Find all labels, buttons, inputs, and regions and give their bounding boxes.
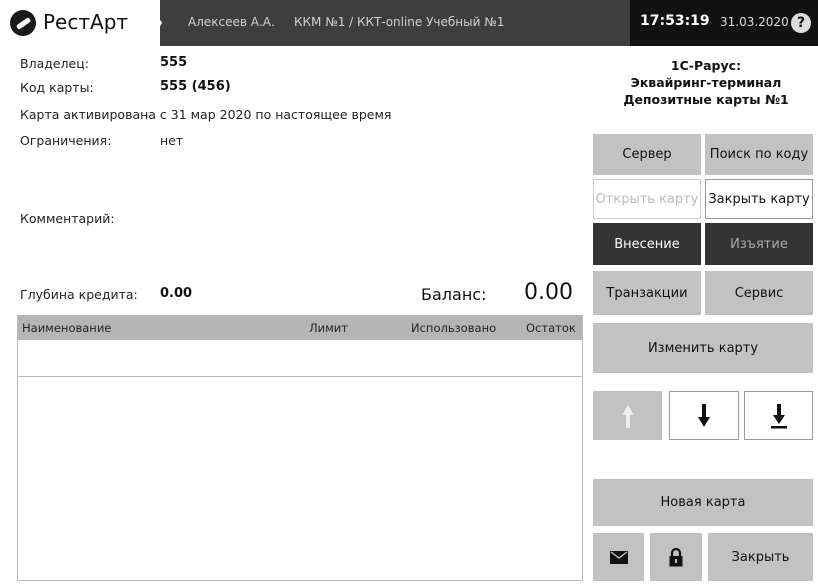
column-name[interactable]: Наименование (22, 321, 111, 335)
terminal-title-line1: 1С-Рарус: (670, 58, 742, 73)
clock-date: 31.03.2020 (720, 15, 789, 29)
new-card-button[interactable]: Новая карта (593, 479, 813, 526)
change-card-button[interactable]: Изменить карту (593, 323, 813, 373)
card-code-value: 555 (456) (160, 79, 231, 94)
column-limit[interactable]: Лимит (309, 321, 348, 335)
lock-icon (669, 547, 683, 567)
table-header: Наименование Лимит Использовано Остаток (18, 316, 582, 340)
current-user: Алексеев А.А. (188, 15, 275, 29)
column-used[interactable]: Использовано (411, 321, 496, 335)
restrictions-label: Ограничения: (20, 133, 112, 148)
message-button[interactable] (593, 533, 644, 581)
clock-time: 17:53:19 (640, 13, 710, 29)
move-down-button[interactable] (669, 391, 739, 440)
credit-depth-value: 0.00 (160, 286, 193, 301)
owner-label: Владелец: (20, 56, 89, 71)
deposit-button[interactable]: Внесение (593, 223, 701, 265)
help-icon[interactable]: ? (791, 13, 811, 33)
card-code-label: Код карты: (20, 80, 94, 95)
search-by-code-button[interactable]: Поиск по коду (705, 134, 813, 175)
arrow-up-icon (621, 404, 634, 428)
credit-depth-label: Глубина кредита: (20, 287, 138, 302)
limits-table[interactable]: Наименование Лимит Использовано Остаток (17, 315, 583, 581)
close-button[interactable]: Закрыть (708, 533, 813, 581)
arrow-down-to-line-icon (770, 403, 787, 428)
transactions-button[interactable]: Транзакции (593, 271, 701, 315)
arrow-down-icon (698, 403, 710, 427)
logo-arrow (148, 0, 162, 46)
terminal-title: 1С-Рарус: Эквайринг-терминал Депозитные … (596, 57, 816, 108)
move-to-end-button[interactable] (744, 391, 813, 440)
activation-text: Карта активирована с 31 мар 2020 по наст… (20, 107, 392, 122)
comment-label: Комментарий: (20, 211, 115, 226)
kkm-info: ККМ №1 / ККТ-online Учебный №1 (294, 15, 505, 29)
lock-button[interactable] (650, 533, 702, 581)
open-card-button[interactable]: Открыть карту (593, 179, 701, 219)
column-remaining[interactable]: Остаток (526, 321, 576, 335)
table-row[interactable] (18, 340, 582, 377)
move-up-button[interactable] (593, 391, 662, 440)
balance-value: 0.00 (524, 280, 573, 305)
server-button[interactable]: Сервер (593, 134, 701, 175)
owner-value: 555 (160, 55, 188, 70)
withdraw-button[interactable]: Изъятие (705, 223, 813, 265)
envelope-icon (609, 550, 628, 564)
close-card-button[interactable]: Закрыть карту (705, 179, 813, 219)
logo-text: РестАрт (43, 10, 129, 34)
logo-icon (10, 10, 36, 36)
balance-label: Баланс: (421, 285, 487, 304)
service-button[interactable]: Сервис (705, 271, 813, 315)
terminal-title-line3: Депозитные карты №1 (623, 92, 789, 107)
restrictions-value: нет (160, 133, 184, 148)
terminal-title-line2: Эквайринг-терминал (630, 75, 782, 90)
